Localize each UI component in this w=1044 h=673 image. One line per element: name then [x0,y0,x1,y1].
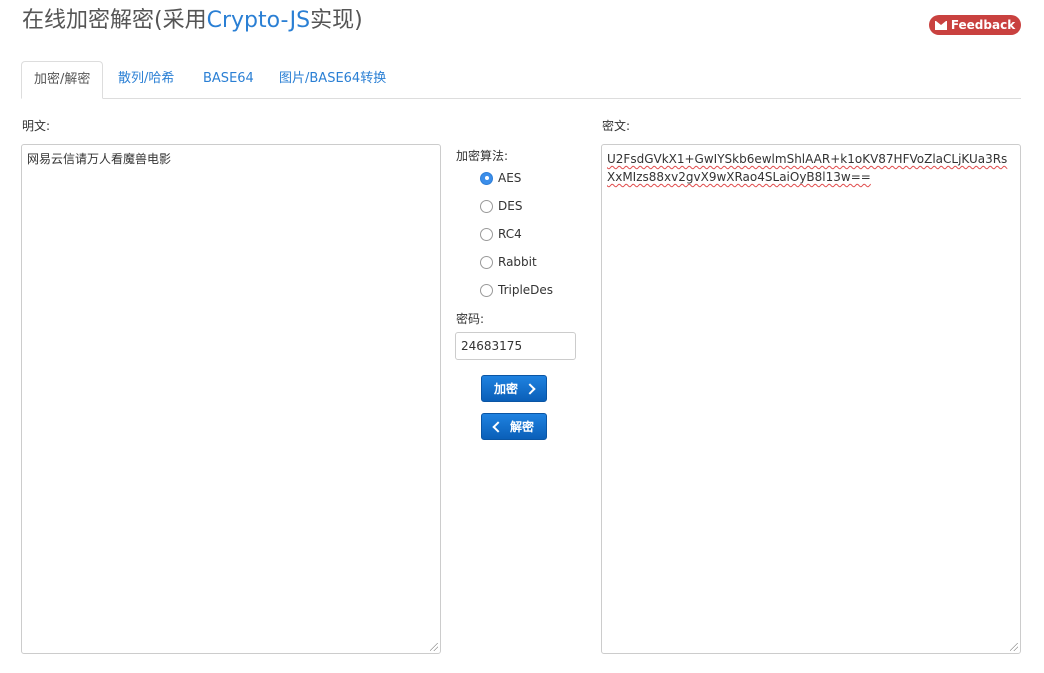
title-suffix: 实现) [310,8,363,33]
title-highlight: Crypto-JS [206,8,311,33]
tab-image-base64[interactable]: 图片/BASE64转换 [267,61,398,98]
radio-label: DES [498,199,523,213]
radio-label: AES [498,171,522,185]
encrypt-button[interactable]: 加密 [481,375,547,402]
radio-aes[interactable]: AES [480,168,521,188]
password-label: 密码: [456,312,485,326]
decrypt-label: 解密 [509,420,534,434]
plaintext-label: 明文: [22,119,51,133]
ciphertext-label: 密文: [602,119,631,133]
algorithm-label: 加密算法: [456,149,509,163]
encrypt-label: 加密 [493,382,518,396]
chevron-right-icon [524,382,536,395]
feedback-button[interactable]: Feedback [929,15,1021,35]
radio-label: RC4 [498,227,522,241]
page-title: 在线加密解密(采用Crypto-JS实现) [22,6,363,36]
feedback-label: Feedback [950,18,1016,32]
envelope-icon [934,20,947,30]
radio-label: Rabbit [498,255,537,269]
ciphertext-value: U2FsdGVkX1+GwIYSkb6ewlmShlAAR+k1oKV87HFV… [607,152,1008,184]
plaintext-value: 网易云信请万人看魔兽电影 [27,152,172,166]
radio-tripledes[interactable]: TripleDes [480,280,553,300]
radio-rabbit[interactable]: Rabbit [480,252,537,272]
radio-indicator[interactable] [480,227,493,241]
tab-base64[interactable]: BASE64 [191,61,266,98]
tab-bar: 加密/解密 散列/哈希 BASE64 图片/BASE64转换 [21,61,1021,99]
resize-handle-icon[interactable] [1010,643,1018,651]
plaintext-textarea[interactable]: 网易云信请万人看魔兽电影 [21,144,441,654]
tab-encrypt-decrypt[interactable]: 加密/解密 [21,61,104,99]
radio-rc4[interactable]: RC4 [480,224,522,244]
radio-des[interactable]: DES [480,196,522,216]
radio-label: TripleDes [498,283,554,297]
radio-indicator[interactable] [480,199,493,213]
resize-handle-icon[interactable] [430,643,438,651]
password-input[interactable]: 24683175 [455,332,576,360]
decrypt-button[interactable]: 解密 [481,413,547,440]
radio-indicator[interactable] [480,283,493,297]
radio-indicator[interactable] [480,171,493,185]
chevron-left-icon [492,420,504,433]
ciphertext-textarea[interactable]: U2FsdGVkX1+GwIYSkb6ewlmShlAAR+k1oKV87HFV… [601,144,1021,654]
radio-indicator[interactable] [480,255,493,269]
title-prefix: 在线加密解密(采用 [22,8,207,33]
tab-hash[interactable]: 散列/哈希 [106,61,186,98]
